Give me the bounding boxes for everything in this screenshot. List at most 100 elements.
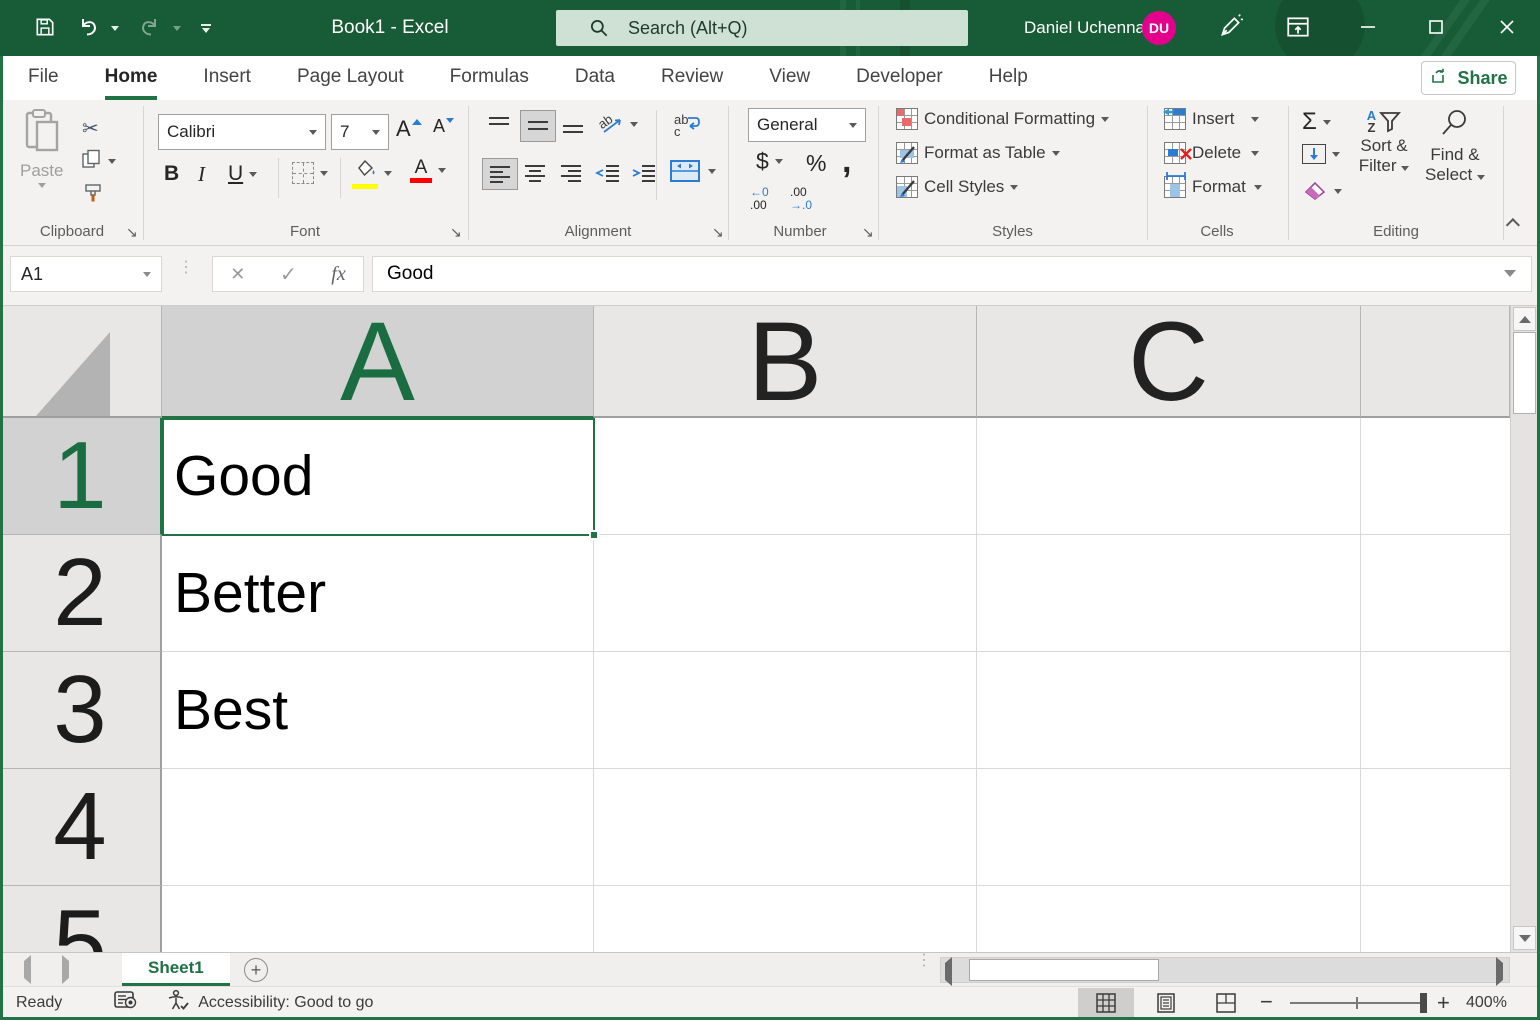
cell-B1[interactable] — [594, 418, 977, 535]
cell-A5[interactable] — [162, 886, 594, 952]
row-header-4[interactable]: 4 — [0, 769, 162, 886]
cell-A3[interactable]: Best — [162, 652, 594, 769]
comma-style-button[interactable]: , — [842, 142, 851, 181]
column-header-partial[interactable] — [1361, 306, 1510, 418]
cell-B5[interactable] — [594, 886, 977, 952]
macro-record-icon[interactable] — [114, 990, 138, 1015]
page-break-preview-button[interactable] — [1198, 988, 1254, 1018]
grow-font-button[interactable]: A — [396, 116, 422, 142]
column-header-C[interactable]: C — [977, 306, 1361, 418]
paste-button[interactable]: Paste — [20, 108, 63, 188]
insert-cells-button[interactable]: Insert — [1164, 108, 1259, 130]
fill-color-button[interactable] — [352, 158, 392, 189]
tab-help[interactable]: Help — [989, 56, 1028, 100]
tab-page-layout[interactable]: Page Layout — [297, 56, 404, 100]
font-dialog-launcher[interactable]: ↘ — [450, 224, 462, 241]
zoom-level[interactable]: 400% — [1466, 994, 1507, 1012]
vertical-scroll-thumb[interactable] — [1513, 332, 1536, 414]
page-layout-view-button[interactable] — [1138, 988, 1194, 1018]
tab-review[interactable]: Review — [661, 56, 723, 100]
cell-A1[interactable]: Good — [162, 418, 594, 535]
cell-C5[interactable] — [977, 886, 1361, 952]
clear-button[interactable] — [1302, 178, 1342, 205]
zoom-out-button[interactable]: − — [1260, 989, 1273, 1015]
middle-align-button[interactable] — [520, 110, 556, 142]
font-size-combo[interactable]: 7 — [331, 114, 389, 150]
cell-D2[interactable] — [1361, 535, 1510, 652]
decrease-indent-button[interactable] — [594, 162, 622, 184]
cell-A2[interactable]: Better — [162, 535, 594, 652]
scroll-down-button[interactable] — [1513, 926, 1536, 950]
row-header-3[interactable]: 3 — [0, 652, 162, 769]
scroll-up-button[interactable] — [1513, 307, 1536, 331]
tab-insert[interactable]: Insert — [203, 56, 251, 100]
copy-button[interactable] — [80, 148, 116, 175]
align-left-button[interactable] — [482, 158, 518, 190]
scroll-right-button[interactable] — [1496, 963, 1503, 981]
font-color-button[interactable]: A — [410, 158, 446, 183]
tab-view[interactable]: View — [769, 56, 810, 100]
delete-cells-button[interactable]: Delete — [1164, 142, 1259, 164]
percent-style-button[interactable]: % — [806, 150, 826, 177]
number-dialog-launcher[interactable]: ↘ — [862, 224, 874, 241]
avatar[interactable]: DU — [1142, 11, 1176, 45]
tab-developer[interactable]: Developer — [856, 56, 943, 100]
increase-indent-button[interactable] — [630, 162, 658, 184]
cell-C2[interactable] — [977, 535, 1361, 652]
zoom-slider-thumb[interactable] — [1420, 993, 1427, 1013]
cell-styles-button[interactable]: Cell Styles — [896, 176, 1018, 198]
quick-access-toolbar-overflow[interactable] — [192, 0, 220, 56]
bold-button[interactable]: B — [164, 162, 179, 186]
cancel-icon[interactable]: ✕ — [230, 264, 245, 285]
wrap-text-button[interactable]: ab c — [672, 112, 702, 138]
format-painter-button[interactable] — [82, 182, 104, 209]
horizontal-scroll-thumb[interactable] — [969, 959, 1159, 981]
share-button[interactable]: Share — [1421, 61, 1516, 95]
underline-button[interactable]: U — [228, 162, 257, 186]
select-all-button[interactable] — [0, 306, 162, 418]
tab-home[interactable]: Home — [105, 56, 158, 100]
insert-function-icon[interactable]: fx — [331, 263, 345, 286]
new-sheet-button[interactable]: + — [244, 958, 268, 982]
merge-center-button[interactable] — [668, 158, 716, 184]
font-name-combo[interactable]: Calibri — [158, 114, 326, 150]
expand-formula-bar-button[interactable] — [1504, 264, 1516, 282]
shrink-font-button[interactable]: A — [433, 116, 454, 137]
ribbon-display-options-button[interactable] — [1276, 0, 1320, 56]
previous-sheet-button[interactable] — [24, 961, 31, 979]
name-box[interactable]: A1 — [10, 256, 162, 292]
tab-data[interactable]: Data — [575, 56, 615, 100]
column-header-A[interactable]: A — [162, 306, 594, 418]
top-align-button[interactable] — [486, 114, 512, 136]
zoom-in-button[interactable]: + — [1437, 990, 1450, 1016]
row-header-5[interactable]: 5 — [0, 886, 162, 952]
conditional-formatting-button[interactable]: Conditional Formatting — [896, 108, 1109, 130]
cell-D3[interactable] — [1361, 652, 1510, 769]
undo-dropdown[interactable] — [106, 0, 124, 56]
bottom-align-button[interactable] — [560, 114, 586, 136]
align-center-button[interactable] — [522, 162, 548, 184]
number-format-combo[interactable]: General — [748, 108, 866, 142]
accounting-format-button[interactable]: $ — [756, 148, 783, 175]
name-box-resize-grip[interactable]: ⋮ — [178, 264, 194, 271]
cell-D4[interactable] — [1361, 769, 1510, 886]
accessibility-status[interactable]: Accessibility: Good to go — [166, 989, 373, 1016]
cut-button[interactable]: ✂ — [82, 116, 99, 141]
save-button[interactable] — [26, 0, 64, 56]
redo-dropdown[interactable] — [168, 0, 186, 56]
enter-check-icon[interactable]: ✓ — [280, 262, 297, 287]
clipboard-dialog-launcher[interactable]: ↘ — [126, 224, 138, 241]
alignment-dialog-launcher[interactable]: ↘ — [712, 224, 724, 241]
cell-A4[interactable] — [162, 769, 594, 886]
find-select-button[interactable]: Find & Select — [1420, 108, 1490, 185]
format-as-table-button[interactable]: Format as Table — [896, 142, 1060, 164]
tab-formulas[interactable]: Formulas — [450, 56, 529, 100]
normal-view-button[interactable] — [1078, 988, 1134, 1018]
scroll-left-button[interactable] — [945, 963, 952, 981]
cell-D5[interactable] — [1361, 886, 1510, 952]
row-header-2[interactable]: 2 — [0, 535, 162, 652]
horizontal-scrollbar[interactable] — [940, 957, 1510, 983]
collapse-ribbon-button[interactable] — [1510, 218, 1520, 228]
format-cells-button[interactable]: Format — [1164, 176, 1262, 198]
align-right-button[interactable] — [558, 162, 584, 184]
